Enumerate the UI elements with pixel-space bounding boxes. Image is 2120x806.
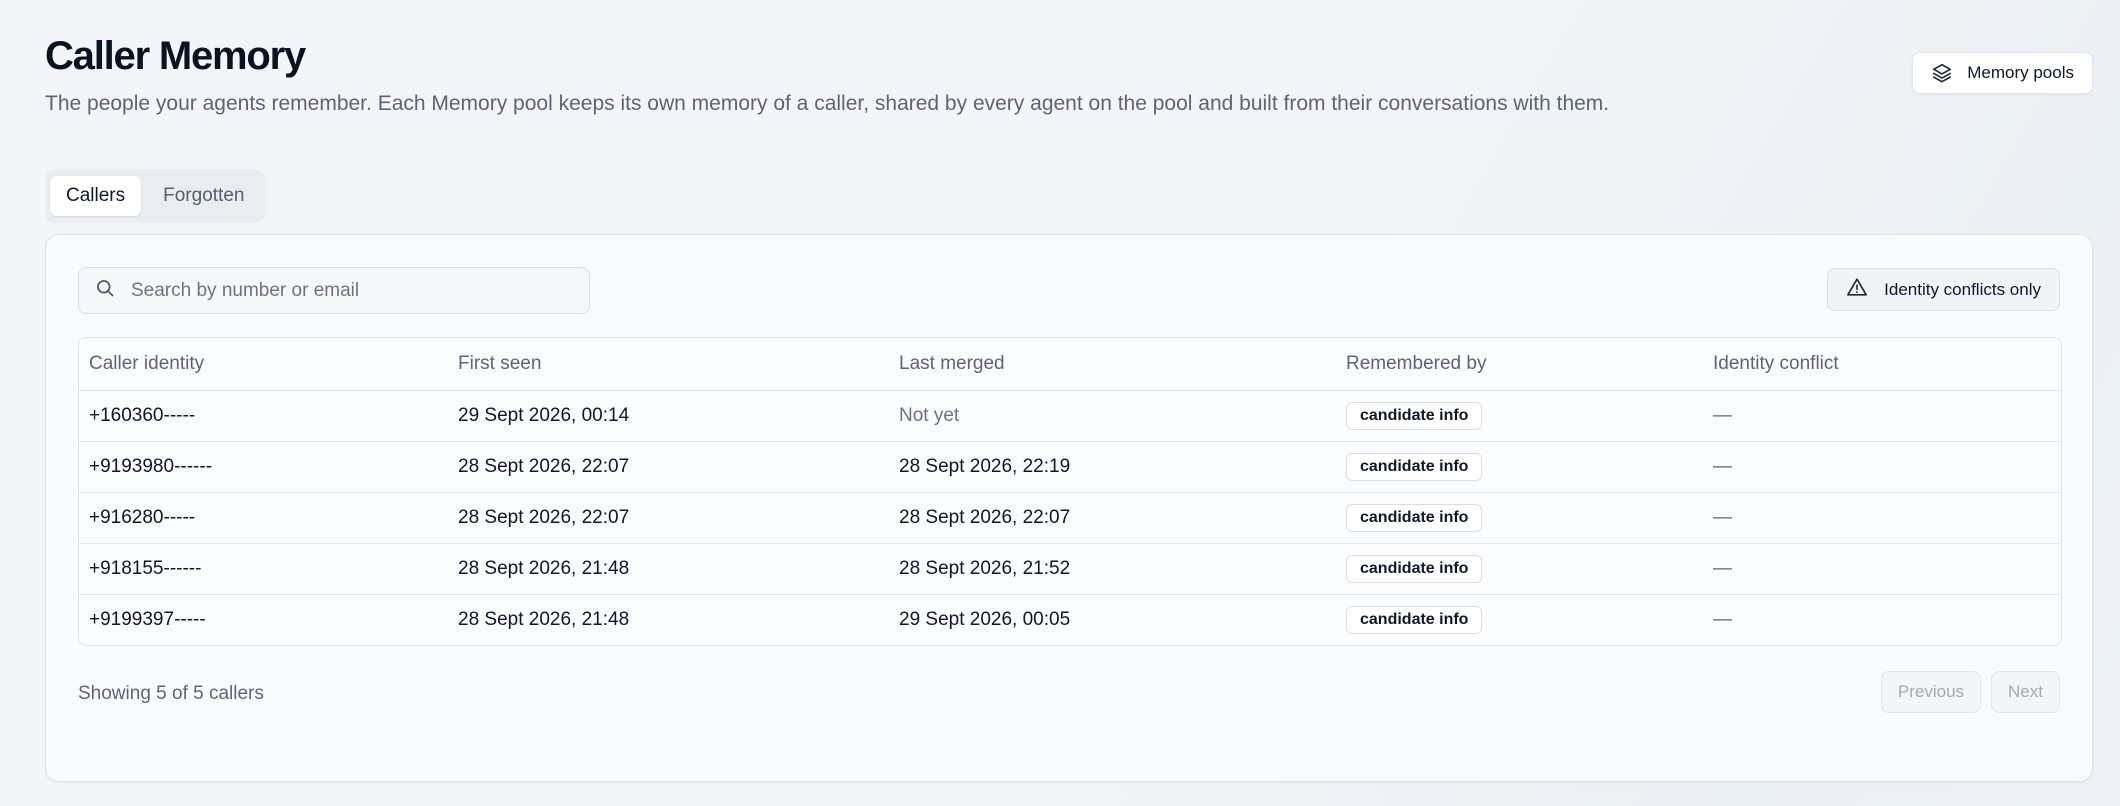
layers-icon	[1931, 62, 1953, 84]
caller-identity-cell: +918155------	[79, 543, 448, 595]
last-merged-cell: 29 Sept 2026, 00:05	[899, 609, 1071, 630]
caller-identity-cell: +9199397-----	[89, 609, 206, 630]
search-box[interactable]	[78, 267, 590, 314]
memory-pool-badge[interactable]: candidate info	[1346, 453, 1483, 481]
tab-forgotten[interactable]: Forgotten	[147, 176, 260, 216]
view-tabs: Callers Forgotten	[45, 169, 266, 223]
page-title: Caller Memory	[45, 34, 306, 78]
identity-conflicts-filter-button[interactable]: Identity conflicts only	[1827, 268, 2060, 311]
remembered-by-cell: candidate info	[1336, 390, 1703, 442]
caller-memory-page: Caller Memory The people your agents rem…	[45, 30, 2093, 782]
caller-identity-cell: +916280-----	[79, 492, 448, 544]
page-subtitle: The people your agents remember. Each Me…	[45, 92, 1610, 115]
identity-conflict-cell: —	[1703, 543, 2061, 595]
column-header-last-merged[interactable]: Last merged	[889, 338, 1336, 391]
remembered-by-cell: candidate info	[1336, 492, 1703, 544]
memory-pools-button[interactable]: Memory pools	[1912, 52, 2093, 94]
memory-pool-badge[interactable]: candidate info	[1346, 606, 1483, 634]
table-row[interactable]: +916280----- 28 Sept 2026, 22:07 28 Sept…	[79, 492, 2061, 544]
table-row[interactable]: +9193980------ 28 Sept 2026, 22:07 28 Se…	[79, 441, 2061, 493]
next-page-button[interactable]: Next	[1991, 671, 2060, 713]
warning-triangle-icon	[1846, 276, 1868, 303]
last-merged-cell: 28 Sept 2026, 22:07	[889, 492, 1336, 544]
identity-conflict-cell: —	[1703, 441, 2061, 493]
last-merged-cell: 28 Sept 2026, 22:19	[889, 441, 1336, 493]
search-input[interactable]	[129, 278, 573, 303]
first-seen-cell: 29 Sept 2026, 00:14	[448, 390, 889, 442]
first-seen-cell: 28 Sept 2026, 21:48	[458, 609, 630, 630]
table-row[interactable]: +918155------ 28 Sept 2026, 21:48 28 Sep…	[79, 543, 2061, 595]
identity-conflicts-filter-label: Identity conflicts only	[1884, 279, 2041, 299]
identity-conflict-cell: —	[1703, 390, 2061, 442]
tab-callers[interactable]: Callers	[50, 176, 142, 216]
remembered-by-cell: candidate info	[1336, 595, 1703, 646]
caller-identity-cell: +160360-----	[79, 390, 448, 442]
caller-identity-cell: +9193980------	[79, 441, 448, 493]
pagination: Previous Next	[1880, 671, 2060, 713]
remembered-by-cell: candidate info	[1336, 543, 1703, 595]
previous-page-button[interactable]: Previous	[1880, 671, 1982, 713]
memory-pool-badge[interactable]: candidate info	[1346, 555, 1483, 583]
identity-conflict-cell: —	[1713, 609, 1732, 630]
table-row[interactable]: +9199397----- 28 Sept 2026, 21:48 29 Sep…	[79, 595, 2061, 646]
memory-pool-badge[interactable]: candidate info	[1346, 504, 1483, 532]
first-seen-cell: 28 Sept 2026, 22:07	[448, 492, 889, 544]
last-merged-cell: Not yet	[889, 390, 1336, 442]
column-header-remembered-by[interactable]: Remembered by	[1336, 338, 1703, 391]
table-row[interactable]: +160360----- 29 Sept 2026, 00:14 Not yet…	[79, 390, 2061, 442]
page-header: Caller Memory The people your agents rem…	[45, 30, 2093, 120]
column-header-identity-conflict[interactable]: Identity conflict	[1703, 338, 2061, 391]
memory-pools-button-label: Memory pools	[1967, 63, 2074, 82]
identity-conflict-cell: —	[1703, 492, 2061, 544]
search-icon	[95, 278, 115, 303]
column-header-caller-identity[interactable]: Caller identity	[79, 338, 448, 391]
last-merged-cell: 28 Sept 2026, 21:52	[889, 543, 1336, 595]
first-seen-cell: 28 Sept 2026, 21:48	[448, 543, 889, 595]
showing-count: Showing 5 of 5 callers	[78, 683, 264, 704]
callers-card: Identity conflicts only Caller identity …	[45, 234, 2093, 782]
callers-table: Caller identity First seen Last merged R…	[78, 337, 2062, 646]
first-seen-cell: 28 Sept 2026, 22:07	[448, 441, 889, 493]
remembered-by-cell: candidate info	[1336, 441, 1703, 493]
memory-pool-badge[interactable]: candidate info	[1346, 402, 1483, 430]
table-header-row: Caller identity First seen Last merged R…	[79, 338, 2061, 391]
column-header-first-seen[interactable]: First seen	[448, 338, 889, 391]
